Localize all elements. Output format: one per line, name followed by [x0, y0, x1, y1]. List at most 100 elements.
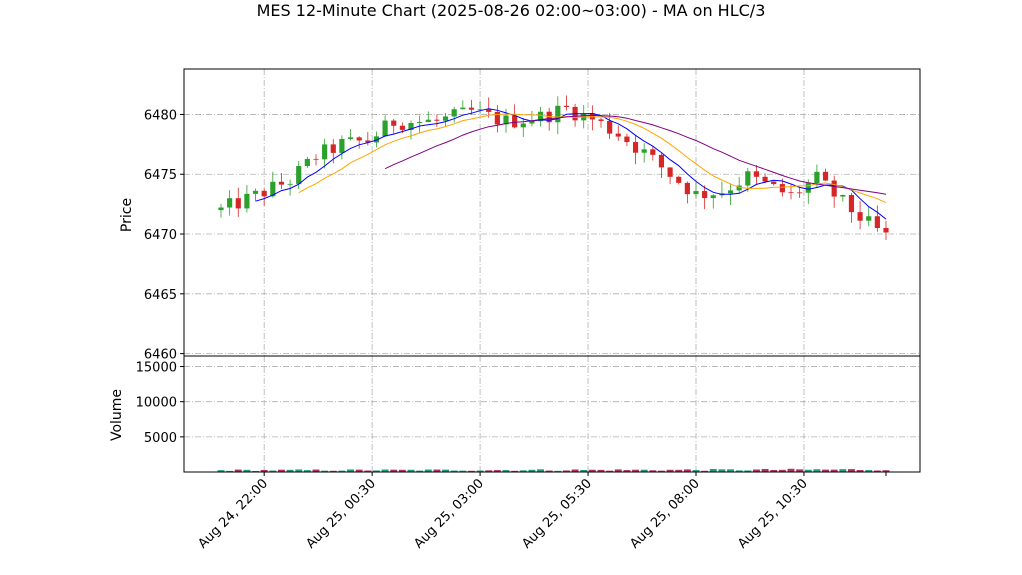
candle: [520, 118, 526, 137]
candle: [710, 194, 716, 209]
candle: [848, 192, 855, 223]
candle-body: [391, 120, 397, 126]
candle: [529, 110, 535, 127]
candle-body: [745, 171, 751, 186]
x-tick-label: Aug 25, 03:00: [411, 476, 487, 552]
candle: [857, 200, 863, 230]
volume-panel-frame: [183, 355, 921, 473]
candle: [391, 118, 397, 134]
candle-body: [840, 194, 846, 197]
candle: [425, 111, 431, 123]
candle: [589, 105, 595, 131]
candle-body: [330, 144, 336, 153]
candle: [555, 96, 561, 135]
candle: [771, 181, 777, 186]
candle: [684, 181, 690, 204]
candle: [460, 100, 466, 110]
candle: [693, 182, 699, 199]
candle-body: [658, 154, 665, 168]
candle-body: [382, 120, 388, 137]
candle-body: [632, 142, 639, 153]
candle-body: [676, 176, 682, 183]
candle-body: [727, 190, 734, 194]
candle-body: [822, 171, 829, 181]
candle-body: [615, 133, 621, 137]
price-tick-label: 6480: [144, 108, 177, 123]
candle: [235, 187, 241, 217]
candle-body: [442, 116, 449, 121]
candle-body: [322, 144, 328, 160]
candle: [676, 175, 682, 185]
candle: [434, 114, 440, 127]
candle: [840, 194, 846, 202]
candle: [667, 167, 673, 185]
candle-body: [304, 158, 310, 167]
candle: [278, 173, 285, 189]
candle-body: [848, 194, 855, 213]
candle-body: [460, 107, 466, 110]
candle-body: [512, 115, 518, 128]
candle-body: [555, 105, 561, 123]
x-tick-label: Aug 25, 08:00: [627, 476, 703, 552]
candle-body: [805, 183, 811, 193]
chart-canvas: MES 12-Minute Chart (2025-08-26 02:00~03…: [109, 1, 921, 552]
x-axis: Aug 24, 22:00 Aug 25, 00:30 Aug 25, 03:00 A…: [195, 472, 887, 552]
candle-body: [520, 123, 526, 128]
candle: [831, 175, 837, 208]
x-tick-label: Aug 25, 00:30: [303, 476, 379, 552]
candle-body: [779, 184, 785, 193]
price-tick-label: 6475: [144, 168, 177, 183]
volume-tick-label: 15000: [136, 361, 177, 376]
candle-body: [607, 120, 613, 134]
candle: [572, 103, 578, 127]
candle-body: [227, 198, 233, 208]
candle-body: [417, 121, 423, 123]
candle: [641, 143, 647, 163]
candle-body: [434, 119, 440, 121]
candle-body: [278, 181, 285, 185]
candle: [546, 107, 552, 131]
candle-body: [451, 109, 457, 117]
candle-body: [771, 181, 777, 185]
candle: [494, 105, 500, 133]
volume-tick-label: 5000: [144, 431, 177, 446]
price-panel: 64606465647064756480 Price: [119, 68, 921, 363]
ma-line-short: [255, 108, 887, 220]
candle: [218, 203, 224, 218]
candle-body: [356, 137, 362, 141]
candle: [417, 115, 423, 134]
candle: [883, 220, 889, 240]
candle-body: [313, 158, 319, 160]
candle: [304, 156, 310, 168]
price-axis-label: Price: [119, 198, 135, 232]
candle-body: [624, 136, 630, 143]
volume-tick-label: 10000: [136, 396, 177, 411]
candle-body: [296, 166, 302, 184]
candle: [598, 117, 604, 128]
volume-axis-label: Volume: [109, 389, 125, 441]
candle-body: [339, 138, 345, 153]
chart-title: MES 12-Minute Chart (2025-08-26 02:00~03…: [257, 1, 766, 20]
x-tick-label: Aug 25, 10:30: [735, 476, 811, 552]
candle-body: [641, 149, 647, 153]
candle-body: [399, 125, 405, 130]
candle-body: [218, 207, 224, 211]
candle: [261, 188, 267, 206]
candle-body: [650, 149, 656, 155]
candle-body: [788, 192, 794, 194]
candle: [866, 206, 872, 227]
candle: [244, 185, 250, 213]
candle-body: [693, 191, 699, 195]
volume-panel: 5000 10000 15000 Volume: [109, 355, 921, 473]
candle: [382, 115, 388, 137]
candle: [339, 135, 345, 160]
candle-body: [347, 137, 354, 139]
x-tick-label: Aug 24, 22:00: [195, 476, 271, 552]
candle: [797, 187, 803, 198]
candle-body: [287, 183, 293, 185]
candle-body: [261, 190, 267, 197]
candle: [252, 188, 259, 201]
candle: [347, 128, 354, 141]
candle-body: [797, 192, 803, 194]
candle-body: [831, 180, 837, 197]
